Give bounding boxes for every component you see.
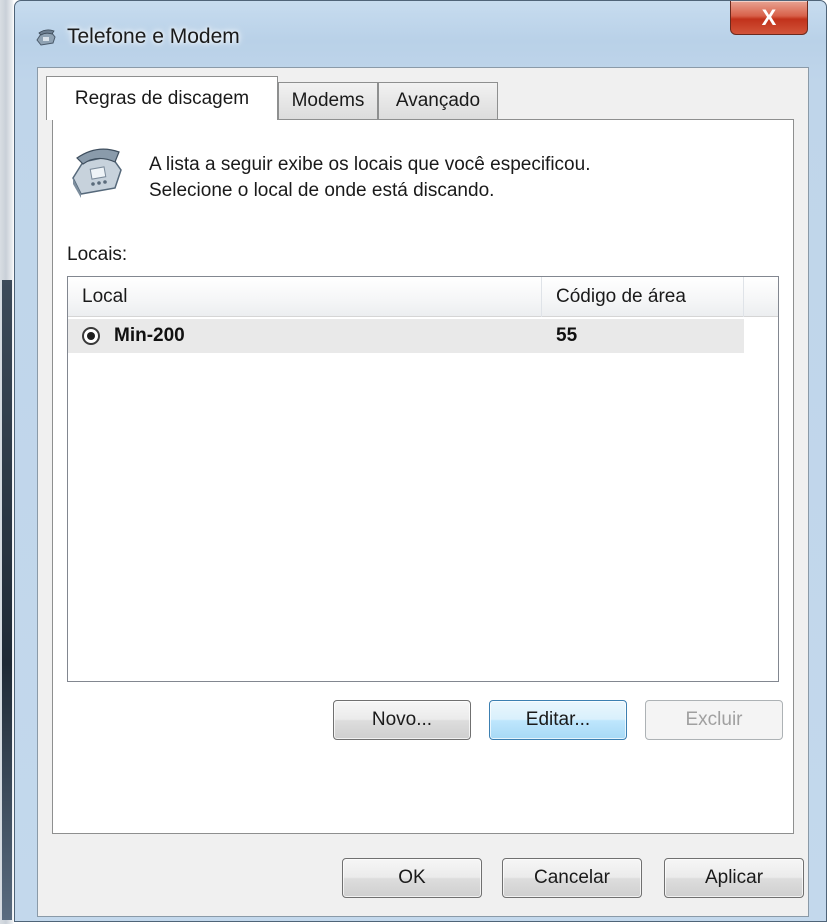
column-label: Local [82,286,128,307]
column-header-filler [744,277,778,317]
apply-button[interactable]: Aplicar [664,858,804,898]
window-title: Telefone e Modem [67,25,240,48]
intro-text: A lista a seguir exibe os locais que voc… [149,152,590,204]
tab-regras-de-discagem[interactable]: Regras de discagem [46,76,278,120]
telephone-icon [72,148,122,198]
location-name: Min-200 [114,325,185,346]
intro-line: A lista a seguir exibe os locais que voc… [149,154,591,175]
list-item[interactable]: Min-200 55 [68,319,744,353]
edit-button[interactable]: Editar... [489,700,627,740]
cancel-button[interactable]: Cancelar [502,858,642,898]
ok-button[interactable]: OK [342,858,482,898]
tab-label: Avançado [395,90,481,111]
list-header: Local Código de área [68,277,778,317]
dialog-client-area: Regras de discagem Modems Avançado A lis… [37,67,809,917]
locations-list[interactable]: Local Código de área Min-200 55 [67,276,779,682]
close-button[interactable]: X [730,1,808,35]
tab-label: Modems [291,90,365,111]
close-icon: X [761,4,777,30]
delete-button[interactable]: Excluir [645,700,783,740]
locations-label: Locais: [67,244,128,265]
tab-avancado[interactable]: Avançado [378,82,498,119]
tab-label: Regras de discagem [74,87,250,109]
telephone-icon [36,29,56,46]
desktop-background [0,0,14,924]
column-label: Código de área [556,286,686,307]
tab-panel-regras: A lista a seguir exibe os locais que voc… [52,119,794,834]
new-button[interactable]: Novo... [333,700,471,740]
intro-line: Selecione o local de onde está discando. [149,180,495,201]
tab-modems[interactable]: Modems [278,82,378,119]
location-area-code: 55 [556,325,578,346]
dialog-window: Telefone e Modem X Regras de discagem Mo… [14,0,827,922]
taskbar-edge [2,280,12,920]
column-header-local[interactable]: Local [68,277,542,317]
radio-selected-icon [82,327,100,345]
column-header-area-code[interactable]: Código de área [542,277,744,317]
